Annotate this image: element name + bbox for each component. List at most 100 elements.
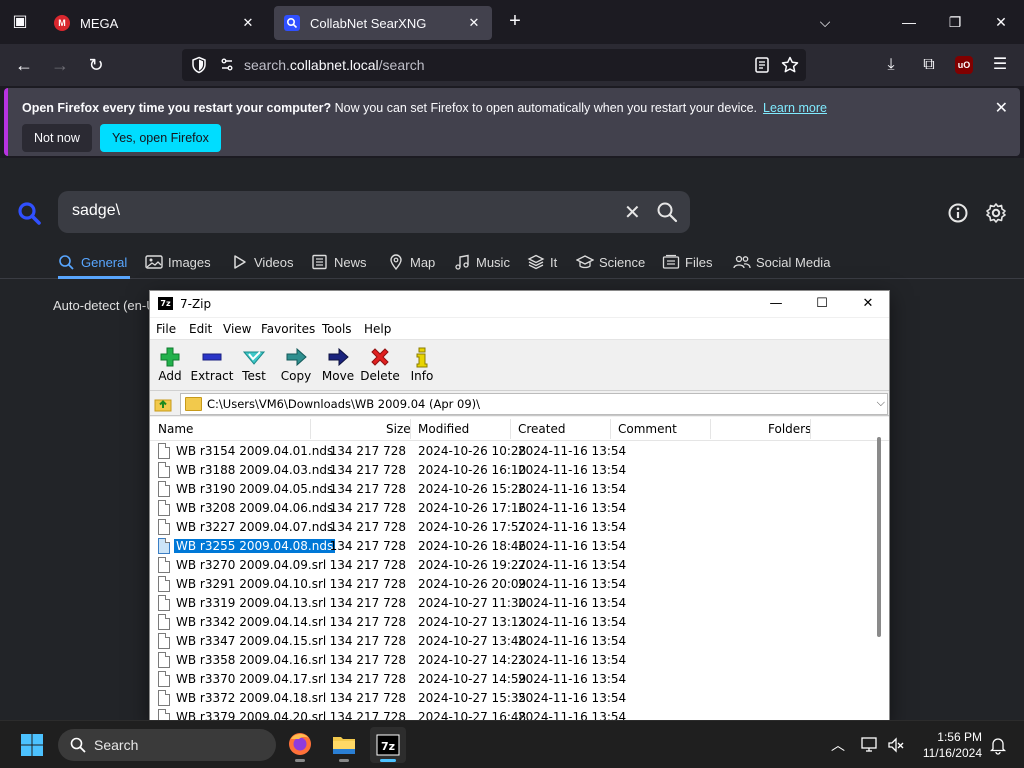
copy-button[interactable]: Copy: [274, 343, 318, 389]
table-row[interactable]: WB r3188 2009.04.03.nds 134 217 728 2024-1…: [150, 461, 875, 480]
reader-view-icon[interactable]: [752, 55, 772, 75]
menu-favorites[interactable]: Favorites: [261, 322, 315, 336]
close-notification-icon[interactable]: ✕: [995, 98, 1008, 118]
file-explorer-taskbar-button[interactable]: [326, 727, 362, 763]
delete-button[interactable]: Delete: [358, 343, 402, 389]
clear-search-icon[interactable]: ✕: [624, 200, 641, 225]
search-input[interactable]: sadge\ ✕: [58, 191, 690, 233]
settings-gear-icon[interactable]: [985, 202, 1007, 224]
column-separator[interactable]: [610, 419, 611, 439]
menu-hamburger-icon[interactable]: ☰: [989, 54, 1011, 76]
table-row[interactable]: WB r3319 2009.04.13.srl 134 217 728 2024-1…: [150, 594, 875, 613]
new-tab-button[interactable]: +: [504, 10, 526, 34]
column-separator[interactable]: [410, 419, 411, 439]
table-row[interactable]: WB r3154 2009.04.01.nds 134 217 728 2024-1…: [150, 442, 875, 461]
close-tab-icon[interactable]: ✕: [466, 15, 482, 31]
table-row[interactable]: WB r3358 2009.04.16.srl 134 217 728 2024-1…: [150, 651, 875, 670]
url-bar[interactable]: search.collabnet.local/search: [182, 49, 806, 81]
close-button[interactable]: ✕: [845, 291, 891, 317]
tab-images[interactable]: Images: [145, 254, 211, 270]
site-info-icon[interactable]: [218, 56, 236, 74]
learn-more-link[interactable]: Learn more: [763, 101, 827, 115]
volume-muted-icon[interactable]: [886, 735, 906, 755]
downloads-icon[interactable]: ⤓: [880, 54, 902, 76]
column-separator[interactable]: [310, 419, 311, 439]
extract-button[interactable]: Extract: [190, 343, 234, 389]
folder-up-icon[interactable]: [154, 395, 172, 413]
firefox-view-icon[interactable]: ▣: [8, 10, 32, 34]
search-query[interactable]: sadge\: [72, 202, 120, 220]
add-button[interactable]: Add: [148, 343, 192, 389]
tab-mega[interactable]: M MEGA ✕: [44, 6, 266, 40]
tracking-protection-icon[interactable]: [190, 56, 208, 74]
minimize-button[interactable]: —: [753, 291, 799, 317]
tab-social-media[interactable]: Social Media: [733, 254, 830, 270]
info-icon[interactable]: [947, 202, 969, 224]
table-row[interactable]: WB r3190 2009.04.05.nds 134 217 728 2024-1…: [150, 480, 875, 499]
taskbar-search[interactable]: Search: [58, 729, 276, 761]
system-clock[interactable]: 1:56 PM 11/16/2024: [910, 729, 982, 761]
menu-view[interactable]: View: [223, 322, 251, 336]
list-all-tabs-icon[interactable]: ⌵: [810, 8, 840, 36]
column-separator[interactable]: [810, 419, 811, 439]
tab-it[interactable]: It: [527, 254, 557, 270]
search-icon[interactable]: [656, 201, 678, 223]
extensions-icon[interactable]: ⧉: [918, 54, 940, 76]
test-button[interactable]: Test: [232, 343, 276, 389]
network-vm-icon[interactable]: [860, 735, 880, 755]
column-name[interactable]: Name: [158, 422, 193, 436]
url-text[interactable]: search.collabnet.local/search: [244, 57, 425, 73]
menu-file[interactable]: File: [156, 322, 176, 336]
info-button[interactable]: Info: [400, 343, 444, 389]
windows-start-icon[interactable]: [20, 733, 44, 757]
language-selector[interactable]: Auto-detect (en-U: [53, 298, 156, 313]
column-size[interactable]: Size: [386, 422, 411, 436]
tab-videos[interactable]: Videos: [231, 254, 294, 270]
column-separator[interactable]: [510, 419, 511, 439]
table-row[interactable]: WB r3208 2009.04.06.nds 134 217 728 2024-1…: [150, 499, 875, 518]
show-hidden-icons-chevron-icon[interactable]: ︿: [828, 735, 848, 755]
reload-icon[interactable]: ↻: [82, 52, 110, 78]
tab-science[interactable]: Science: [576, 254, 645, 270]
tab-searxng[interactable]: CollabNet SearXNG ✕: [274, 6, 492, 40]
searxng-logo-icon[interactable]: [16, 200, 42, 226]
column-folders[interactable]: Folders: [768, 422, 811, 436]
table-row[interactable]: WB r3291 2009.04.10.srl 134 217 728 2024-1…: [150, 575, 875, 594]
table-row[interactable]: WB r3370 2009.04.17.srl 134 217 728 2024-1…: [150, 670, 875, 689]
forward-icon[interactable]: →: [46, 52, 74, 78]
notification-bell-icon[interactable]: [988, 735, 1008, 755]
restore-button[interactable]: ❐: [940, 8, 970, 36]
tab-music[interactable]: Music: [453, 254, 510, 270]
firefox-taskbar-button[interactable]: [282, 727, 318, 763]
menu-help[interactable]: Help: [364, 322, 391, 336]
menu-edit[interactable]: Edit: [189, 322, 212, 336]
menu-tools[interactable]: Tools: [322, 322, 352, 336]
minimize-button[interactable]: —: [894, 8, 924, 36]
vertical-scrollbar[interactable]: [877, 437, 881, 637]
tab-files[interactable]: Files: [662, 254, 712, 270]
column-created[interactable]: Created: [518, 422, 566, 436]
table-row[interactable]: WB r3347 2009.04.15.srl 134 217 728 2024-1…: [150, 632, 875, 651]
table-row[interactable]: WB r3255 2009.04.08.nds 134 217 728 2024-1…: [150, 537, 875, 556]
table-row[interactable]: WB r3372 2009.04.18.srl 134 217 728 2024-1…: [150, 689, 875, 708]
bookmark-star-icon[interactable]: [780, 55, 800, 75]
tab-map[interactable]: Map: [387, 254, 435, 270]
column-comment[interactable]: Comment: [618, 422, 677, 436]
ublock-origin-icon[interactable]: uO: [955, 56, 973, 74]
chevron-down-icon[interactable]: ⌵: [877, 396, 885, 410]
close-window-button[interactable]: ✕: [986, 8, 1016, 36]
7zip-title-bar[interactable]: 7z 7-Zip — ☐ ✕: [150, 291, 889, 317]
7zip-taskbar-button[interactable]: 7z: [370, 727, 406, 763]
yes-open-firefox-button[interactable]: Yes, open Firefox: [100, 124, 221, 152]
maximize-button[interactable]: ☐: [799, 291, 845, 317]
tab-general[interactable]: General: [58, 254, 127, 270]
table-row[interactable]: WB r3227 2009.04.07.nds 134 217 728 2024-1…: [150, 518, 875, 537]
table-row[interactable]: WB r3342 2009.04.14.srl 134 217 728 2024-1…: [150, 613, 875, 632]
tab-news[interactable]: News: [311, 254, 367, 270]
close-tab-icon[interactable]: ✕: [240, 15, 256, 31]
path-input[interactable]: C:\Users\VM6\Downloads\WB 2009.04 (Apr 0…: [180, 393, 888, 415]
back-icon[interactable]: ←: [10, 52, 38, 78]
table-row[interactable]: WB r3270 2009.04.09.srl 134 217 728 2024-1…: [150, 556, 875, 575]
column-modified[interactable]: Modified: [418, 422, 469, 436]
move-button[interactable]: Move: [316, 343, 360, 389]
